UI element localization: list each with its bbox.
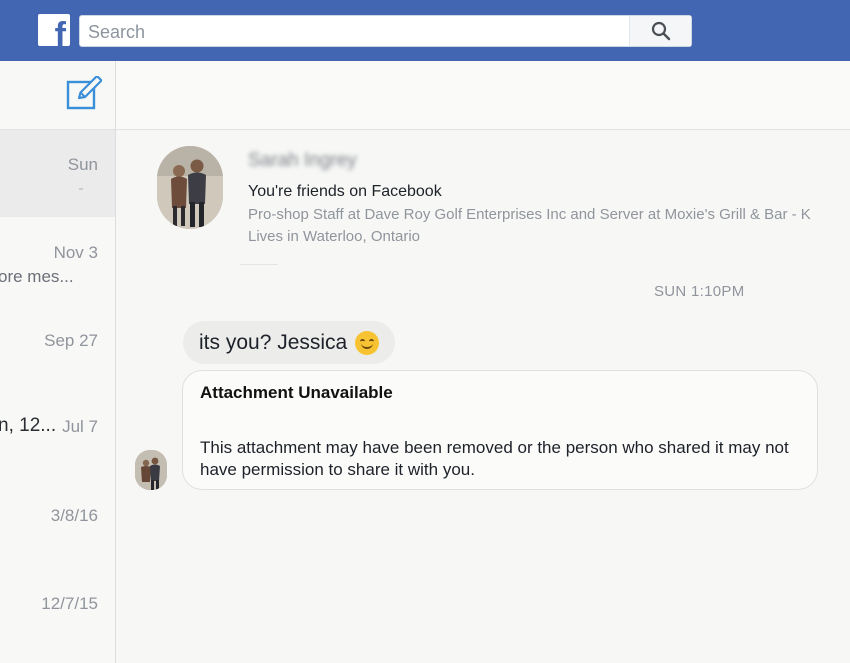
facebook-logo-letter: f [54, 16, 66, 46]
message-text: its you? Jessica [199, 331, 348, 354]
conversation-snippet: n, 12... [0, 415, 57, 436]
smiling-face-icon [355, 330, 380, 355]
conversation-panel: Sarah Ingrey You're friends on Facebook … [116, 61, 850, 663]
conversation-sidebar: Sun Nov 3 ore mes... Sep 27 n, 12... Jul… [0, 61, 116, 663]
sender-avatar[interactable] [135, 450, 167, 490]
attachment-title: Attachment Unavailable [200, 383, 393, 402]
profile-avatar[interactable] [157, 146, 223, 229]
conversation-header [116, 61, 850, 130]
profile-work: Pro-shop Staff at Dave Roy Golf Enterpri… [248, 206, 811, 223]
sender-photo [135, 450, 167, 490]
conversation-date: 3/8/16 [50, 506, 98, 525]
search-button[interactable] [629, 16, 691, 46]
profile-location: Lives in Waterloo, Ontario [248, 228, 421, 245]
top-navigation-bar: f [0, 0, 850, 61]
profile-photo [157, 146, 223, 229]
conversation-item[interactable]: n, 12... Jul 7 [0, 391, 115, 478]
conversation-snippet: ore mes... [0, 267, 74, 286]
conversation-date: Jul 7 [62, 417, 98, 436]
attachment-body: This attachment may have been removed or… [200, 438, 789, 479]
conversation-date: Sun [67, 155, 98, 174]
conversation-date: Sep 27 [44, 331, 98, 350]
profile-name[interactable]: Sarah Ingrey [248, 150, 357, 172]
friend-status: You're friends on Facebook [248, 183, 442, 200]
message-bubble[interactable]: its you? Jessica [183, 321, 396, 364]
conversation-date: Nov 3 [53, 243, 98, 262]
conversation-item[interactable]: Nov 3 ore mes... [0, 217, 115, 304]
conversation-item[interactable]: Sep 27 [0, 304, 115, 391]
search-input[interactable] [88, 20, 628, 44]
conversation-date: 12/7/15 [41, 594, 98, 613]
message-timestamp: SUN 1:10PM [654, 283, 745, 300]
conversation-item[interactable]: 3/8/16 [0, 478, 115, 565]
divider [240, 264, 278, 265]
conversation-item[interactable]: Sun [0, 130, 115, 217]
conversation-item[interactable]: 12/7/15 [0, 565, 115, 652]
search-box [79, 15, 692, 47]
divider [79, 188, 83, 190]
search-icon [651, 21, 670, 41]
attachment-unavailable-card[interactable]: Attachment Unavailable This attachment m… [182, 370, 818, 490]
sidebar-header [0, 61, 115, 130]
facebook-logo-icon[interactable]: f [38, 14, 70, 46]
compose-message-icon[interactable] [66, 76, 102, 110]
